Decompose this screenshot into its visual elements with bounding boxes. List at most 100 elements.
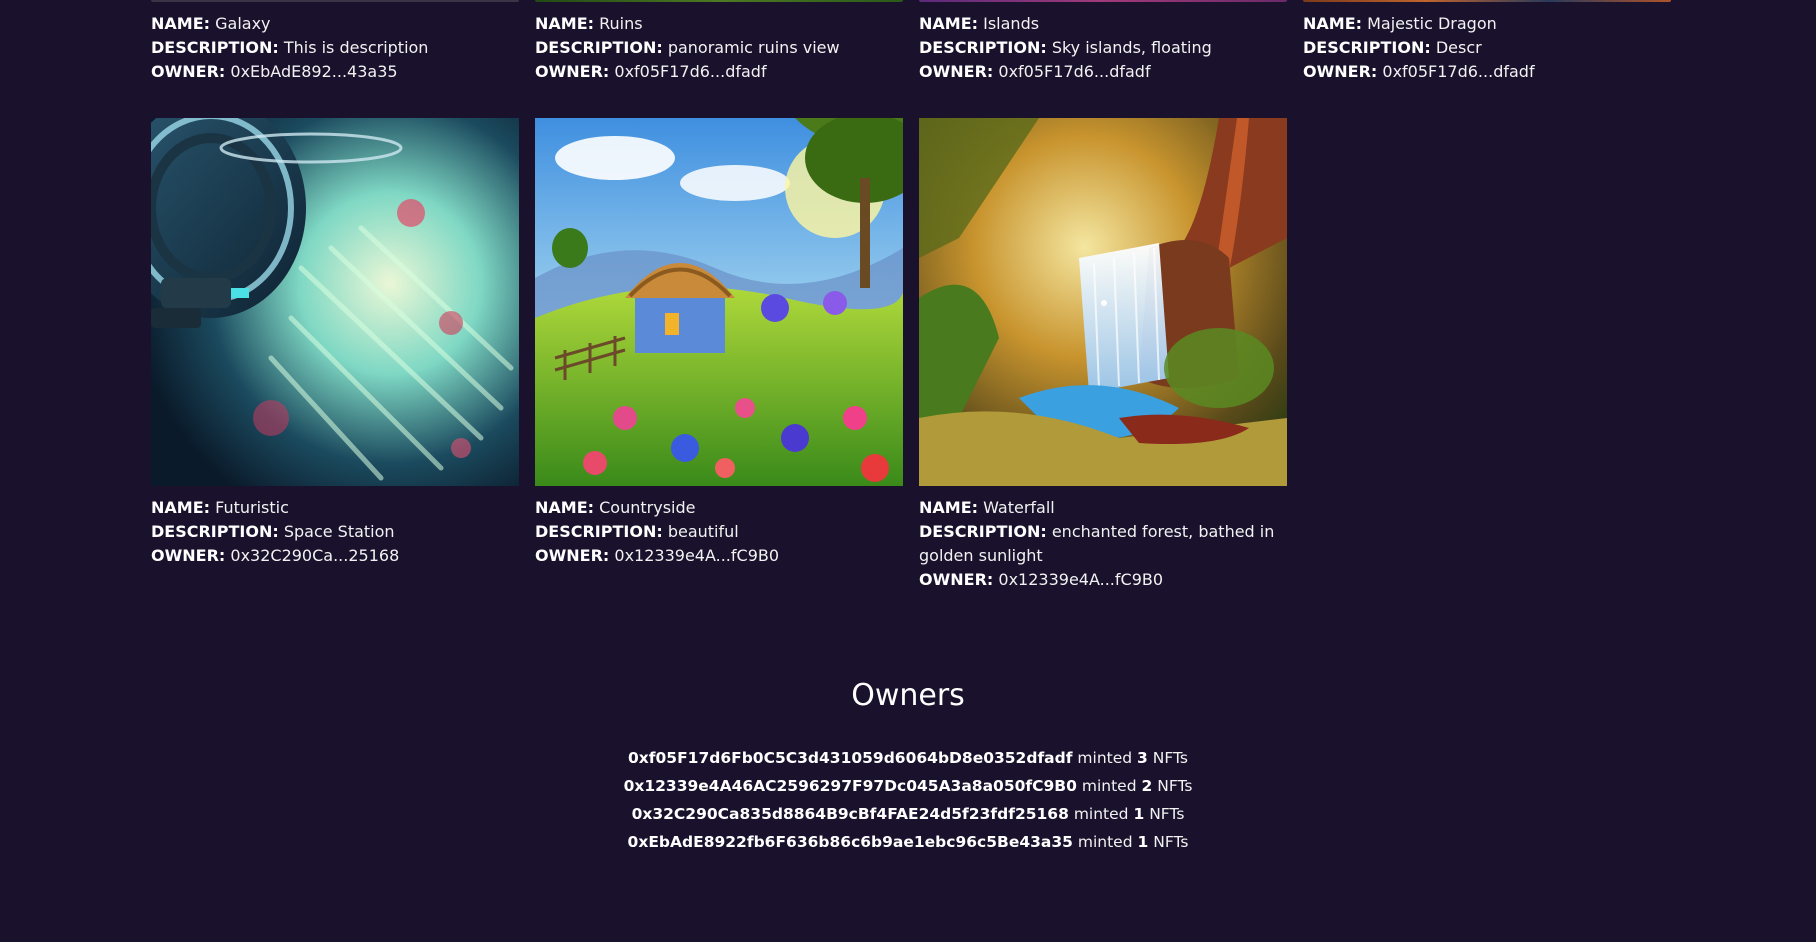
nft-image-edge [1303, 0, 1671, 2]
description-label: DESCRIPTION: [919, 522, 1047, 541]
minted-word: minted [1081, 777, 1137, 795]
nft-name-line: NAME: Majestic Dragon [1303, 12, 1671, 36]
nft-description-line: DESCRIPTION: Descr [1303, 36, 1671, 60]
nft-name-line: NAME: Futuristic [151, 496, 519, 520]
nft-description-line: DESCRIPTION: beautiful [535, 520, 903, 544]
description-label: DESCRIPTION: [1303, 38, 1431, 57]
nft-card[interactable]: NAME: Waterfall DESCRIPTION: enchanted f… [919, 118, 1287, 592]
nft-owner: 0x32C290Ca...25168 [230, 546, 400, 565]
nft-owner: 0xf05F17d6...dfadf [614, 62, 767, 81]
nft-card[interactable]: NAME: Ruins DESCRIPTION: panoramic ruins… [535, 0, 903, 84]
owner-label: OWNER: [535, 546, 610, 565]
nft-name: Countryside [599, 498, 696, 517]
owners-section: Owners 0xf05F17d6Fb0C5C3d431059d6064bD8e… [0, 674, 1816, 856]
nft-owner-line: OWNER: 0x12339e4A...fC9B0 [535, 544, 903, 568]
owner-label: OWNER: [919, 570, 994, 589]
nft-name: Futuristic [215, 498, 289, 517]
nft-description-line: DESCRIPTION: panoramic ruins view [535, 36, 903, 60]
owner-label: OWNER: [919, 62, 994, 81]
description-label: DESCRIPTION: [535, 522, 663, 541]
name-label: NAME: [919, 498, 979, 517]
nft-meta: NAME: Islands DESCRIPTION: Sky islands, … [919, 12, 1287, 84]
name-label: NAME: [151, 498, 211, 517]
nft-meta: NAME: Majestic Dragon DESCRIPTION: Descr… [1303, 12, 1671, 84]
nft-description: Sky islands, floating [1051, 38, 1212, 57]
owner-label: OWNER: [535, 62, 610, 81]
name-label: NAME: [1303, 14, 1363, 33]
nft-description: beautiful [667, 522, 739, 541]
nft-owner-line: OWNER: 0xf05F17d6...dfadf [919, 60, 1287, 84]
nft-card[interactable]: NAME: Majestic Dragon DESCRIPTION: Descr… [1303, 0, 1671, 84]
owner-address: 0x12339e4A46AC2596297F97Dc045A3a8a050fC9… [623, 777, 1077, 795]
nfts-unit: NFTs [1152, 749, 1188, 767]
nft-owner-line: OWNER: 0xf05F17d6...dfadf [535, 60, 903, 84]
owner-label: OWNER: [151, 546, 226, 565]
nft-owner: 0x12339e4A...fC9B0 [614, 546, 780, 565]
owner-label: OWNER: [1303, 62, 1378, 81]
name-label: NAME: [919, 14, 979, 33]
nft-image-space-station[interactable] [151, 118, 519, 486]
nft-description: Space Station [283, 522, 395, 541]
nft-name: Galaxy [215, 14, 271, 33]
nft-image-edge [151, 0, 519, 2]
nft-image-edge [535, 0, 903, 2]
nft-name: Ruins [599, 14, 643, 33]
nft-card[interactable]: NAME: Islands DESCRIPTION: Sky islands, … [919, 0, 1287, 84]
description-label: DESCRIPTION: [151, 38, 279, 57]
nft-description-line: DESCRIPTION: Sky islands, floating [919, 36, 1287, 60]
name-label: NAME: [535, 14, 595, 33]
owner-address: 0x32C290Ca835d8864B9cBf4FAE24d5f23fdf251… [631, 805, 1069, 823]
nft-meta: NAME: Futuristic DESCRIPTION: Space Stat… [151, 496, 519, 568]
nft-gallery-page: NAME: Galaxy DESCRIPTION: This is descri… [0, 0, 1816, 942]
nft-description: panoramic ruins view [667, 38, 840, 57]
nft-card[interactable]: NAME: Countryside DESCRIPTION: beautiful… [535, 118, 903, 568]
nft-description: This is description [283, 38, 429, 57]
nft-meta: NAME: Countryside DESCRIPTION: beautiful… [535, 496, 903, 568]
nft-owner-line: OWNER: 0x12339e4A...fC9B0 [919, 568, 1287, 592]
nft-name-line: NAME: Galaxy [151, 12, 519, 36]
nft-name: Majestic Dragon [1367, 14, 1497, 33]
description-label: DESCRIPTION: [919, 38, 1047, 57]
nft-owner: 0x12339e4A...fC9B0 [998, 570, 1164, 589]
nft-image-countryside[interactable] [535, 118, 903, 486]
nft-name-line: NAME: Countryside [535, 496, 903, 520]
nft-card[interactable]: NAME: Galaxy DESCRIPTION: This is descri… [151, 0, 519, 84]
nft-owner-line: OWNER: 0x32C290Ca...25168 [151, 544, 519, 568]
description-label: DESCRIPTION: [151, 522, 279, 541]
nft-owner: 0xf05F17d6...dfadf [1382, 62, 1535, 81]
nft-owner-line: OWNER: 0xf05F17d6...dfadf [1303, 60, 1671, 84]
nft-name-line: NAME: Waterfall [919, 496, 1287, 520]
nft-description-line: DESCRIPTION: Space Station [151, 520, 519, 544]
minted-count: 1 [1137, 833, 1149, 851]
nft-image-waterfall[interactable] [919, 118, 1287, 486]
nft-name-line: NAME: Ruins [535, 12, 903, 36]
nft-description-line: DESCRIPTION: This is description [151, 36, 519, 60]
nft-owner: 0xf05F17d6...dfadf [998, 62, 1151, 81]
nft-name-line: NAME: Islands [919, 12, 1287, 36]
nfts-unit: NFTs [1157, 777, 1193, 795]
name-label: NAME: [151, 14, 211, 33]
owner-row: 0x32C290Ca835d8864B9cBf4FAE24d5f23fdf251… [0, 800, 1816, 828]
owner-row: 0x12339e4A46AC2596297F97Dc045A3a8a050fC9… [0, 772, 1816, 800]
description-label: DESCRIPTION: [535, 38, 663, 57]
nft-description: Descr [1435, 38, 1482, 57]
nft-card[interactable]: NAME: Futuristic DESCRIPTION: Space Stat… [151, 118, 519, 568]
minted-word: minted [1073, 805, 1129, 823]
nft-owner-line: OWNER: 0xEbAdE892...43a35 [151, 60, 519, 84]
nft-description-line: DESCRIPTION: enchanted forest, bathed in… [919, 520, 1287, 568]
nfts-unit: NFTs [1149, 805, 1185, 823]
minted-word: minted [1077, 833, 1133, 851]
minted-count: 3 [1137, 749, 1148, 767]
nfts-unit: NFTs [1153, 833, 1189, 851]
nft-image-edge [919, 0, 1287, 2]
owner-row: 0xf05F17d6Fb0C5C3d431059d6064bD8e0352dfa… [0, 744, 1816, 772]
owner-address: 0xEbAdE8922fb6F636b86c6b9ae1ebc96c5Be43a… [627, 833, 1073, 851]
owners-title: Owners [851, 678, 965, 713]
owner-row: 0xEbAdE8922fb6F636b86c6b9ae1ebc96c5Be43a… [0, 828, 1816, 856]
owner-address: 0xf05F17d6Fb0C5C3d431059d6064bD8e0352dfa… [627, 749, 1073, 767]
minted-word: minted [1077, 749, 1133, 767]
name-label: NAME: [535, 498, 595, 517]
minted-count: 2 [1141, 777, 1153, 795]
nft-meta: NAME: Waterfall DESCRIPTION: enchanted f… [919, 496, 1287, 592]
minted-count: 1 [1133, 805, 1145, 823]
